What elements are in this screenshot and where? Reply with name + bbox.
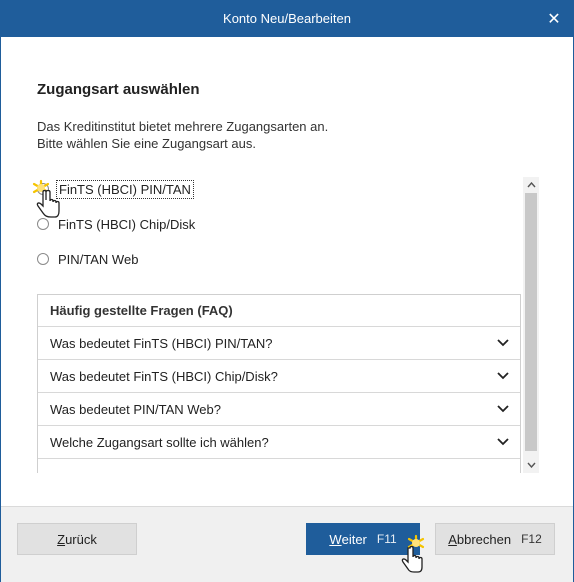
radio-option-fints-pintan[interactable]: FinTS (HBCI) PIN/TAN — [37, 179, 194, 199]
chevron-down-icon[interactable] — [496, 435, 510, 449]
next-button-mnemonic: W — [329, 531, 342, 547]
page-title: Zugangsart auswählen — [37, 81, 200, 98]
description-text: Das Kreditinstitut bietet mehrere Zugang… — [37, 118, 328, 152]
radio-option-fints-chipdisk[interactable]: FinTS (HBCI) Chip/Disk — [37, 214, 195, 234]
radio-label[interactable]: FinTS (HBCI) PIN/TAN — [56, 179, 194, 199]
dialog-window: Konto Neu/Bearbeiten ✕ Zugangsart auswäh… — [0, 0, 574, 582]
vertical-scrollbar[interactable] — [523, 177, 539, 473]
description-line-2: Bitte wählen Sie eine Zugangsart aus. — [37, 136, 256, 151]
faq-title: Häufig gestellte Fragen (FAQ) — [38, 295, 520, 327]
next-button[interactable]: Weiter F11 — [306, 523, 420, 555]
close-button[interactable]: ✕ — [535, 1, 573, 37]
faq-item[interactable]: Was bedeutet FinTS (HBCI) PIN/TAN? — [38, 327, 520, 360]
radio-option-pintan-web[interactable]: PIN/TAN Web — [37, 249, 138, 269]
chevron-down-icon[interactable] — [496, 369, 510, 383]
next-button-label: eiter — [341, 531, 367, 547]
faq-item[interactable]: Welche Zugangsart sollte ich wählen? — [38, 426, 520, 459]
back-button-label: urück — [65, 531, 97, 547]
faq-item-partial[interactable] — [38, 459, 520, 473]
chevron-down-icon[interactable] — [496, 336, 510, 350]
faq-item-label: Was bedeutet PIN/TAN Web? — [50, 401, 221, 417]
faq-panel: Häufig gestellte Fragen (FAQ) Was bedeut… — [37, 294, 521, 473]
faq-item-label: Was bedeutet FinTS (HBCI) Chip/Disk? — [50, 368, 278, 384]
scrollbar-thumb[interactable] — [525, 193, 537, 451]
scroll-content-area: FinTS (HBCI) PIN/TAN FinTS (HBCI) Chip/D… — [37, 177, 541, 473]
description-line-1: Das Kreditinstitut bietet mehrere Zugang… — [37, 119, 329, 134]
faq-item[interactable]: Was bedeutet FinTS (HBCI) Chip/Disk? — [38, 360, 520, 393]
cancel-button[interactable]: Abbrechen F12 — [435, 523, 555, 555]
radio-label[interactable]: PIN/TAN Web — [58, 252, 138, 267]
faq-item-label: Was bedeutet FinTS (HBCI) PIN/TAN? — [50, 335, 273, 351]
faq-item-label: Welche Zugangsart sollte ich wählen? — [50, 434, 269, 450]
scroll-down-arrow-icon[interactable] — [523, 458, 539, 472]
back-button[interactable]: Zurück — [17, 523, 137, 555]
faq-item[interactable]: Was bedeutet PIN/TAN Web? — [38, 393, 520, 426]
radio-label[interactable]: FinTS (HBCI) Chip/Disk — [58, 217, 195, 232]
cancel-button-label: bbrechen — [456, 531, 512, 547]
next-button-shortcut: F11 — [376, 532, 397, 546]
button-bar: Zurück Weiter F11 Abbrechen F12 — [1, 506, 573, 582]
radio-button-icon[interactable] — [37, 183, 49, 195]
radio-button-icon[interactable] — [37, 253, 49, 265]
close-icon: ✕ — [547, 11, 561, 28]
title-bar: Konto Neu/Bearbeiten ✕ — [1, 1, 573, 37]
cancel-button-mnemonic: A — [448, 531, 457, 547]
cancel-button-shortcut: F12 — [521, 532, 542, 546]
back-button-mnemonic: Z — [57, 531, 66, 547]
radio-button-icon[interactable] — [37, 218, 49, 230]
window-title: Konto Neu/Bearbeiten — [223, 11, 351, 26]
chevron-down-icon[interactable] — [496, 402, 510, 416]
scroll-up-arrow-icon[interactable] — [523, 178, 539, 192]
